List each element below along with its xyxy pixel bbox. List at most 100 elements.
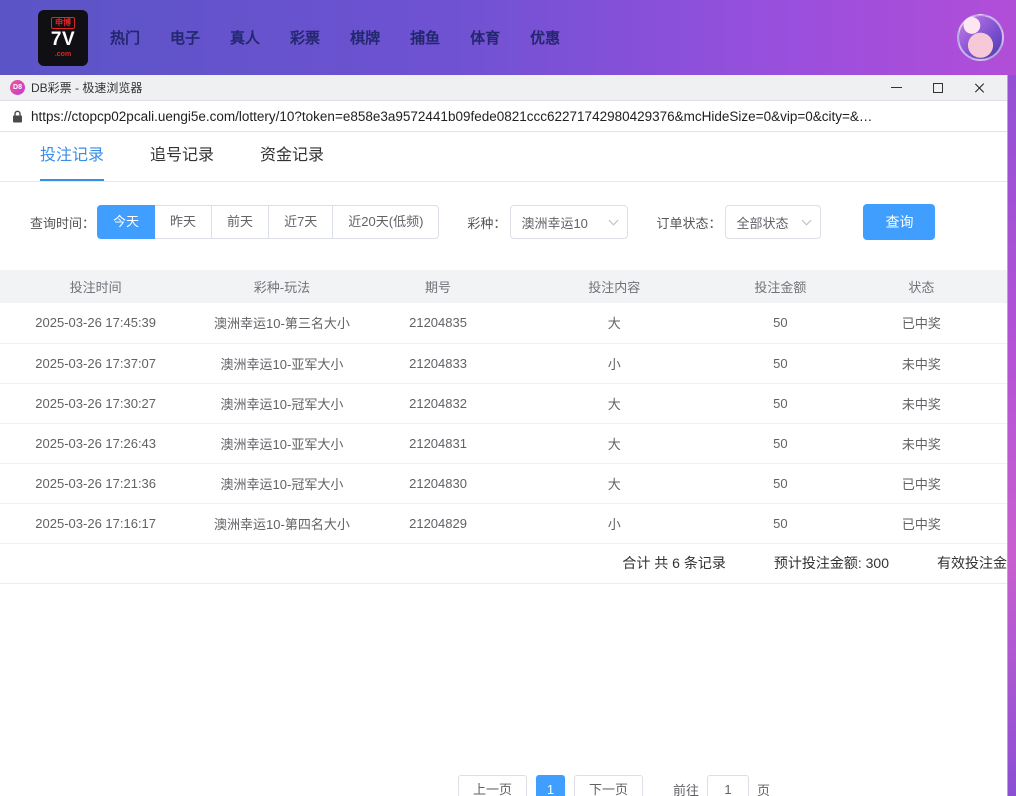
lottery-select[interactable]: 澳洲幸运10: [510, 205, 628, 239]
brand-logo-top: 申博: [51, 17, 75, 29]
search-button[interactable]: 查询: [863, 204, 935, 240]
minimize-icon: [891, 87, 902, 89]
tab-row: 投注记录 追号记录 资金记录: [0, 132, 1007, 182]
main-nav: 热门 电子 真人 彩票 棋牌 捕鱼 体育 优惠: [110, 27, 560, 48]
table-row: 2025-03-26 17:16:17澳洲幸运10-第四名大小21204829小…: [0, 503, 1007, 543]
table-row: 2025-03-26 17:30:27澳洲幸运10-冠军大小21204832大5…: [0, 383, 1007, 423]
close-button[interactable]: [973, 81, 987, 95]
tab-bet-records[interactable]: 投注记录: [40, 132, 104, 181]
cell-game-play: 澳洲幸运10-冠军大小: [191, 463, 372, 503]
cell-issue: 21204831: [373, 423, 504, 463]
cell-game-play: 澳洲幸运10-亚军大小: [191, 343, 372, 383]
cell-bet-time: 2025-03-26 17:21:36: [0, 463, 191, 503]
nav-item-hot[interactable]: 热门: [110, 27, 140, 48]
summary-row: 合计 共 6 条记录 预计投注金额: 300 有效投注金额: [0, 544, 1007, 584]
nav-item-boardgames[interactable]: 棋牌: [350, 27, 380, 48]
lottery-records-page: 投注记录 追号记录 资金记录 查询时间： 今天 昨天 前天 近7天 近20天(低…: [0, 132, 1007, 796]
time-filter-today[interactable]: 今天: [97, 205, 155, 239]
cell-game-play: 澳洲幸运10-第三名大小: [191, 303, 372, 343]
nav-item-electronic[interactable]: 电子: [170, 27, 200, 48]
cell-bet-content: 大: [503, 303, 725, 343]
close-icon: [974, 82, 986, 94]
cell-issue: 21204835: [373, 303, 504, 343]
table-header-row: 投注时间 彩种-玩法 期号 投注内容 投注金额 状态: [0, 270, 1007, 303]
user-avatar[interactable]: [957, 14, 1004, 61]
cell-bet-amount: 50: [725, 503, 836, 543]
cell-status: 未中奖: [836, 383, 1007, 423]
tab-fund-records[interactable]: 资金记录: [260, 132, 324, 181]
cell-status: 已中奖: [836, 463, 1007, 503]
time-filter-day-before[interactable]: 前天: [211, 205, 269, 239]
cell-bet-content: 大: [503, 463, 725, 503]
url-text[interactable]: https://ctopcp02pcali.uengi5e.com/lotter…: [31, 109, 872, 124]
cell-status: 未中奖: [836, 423, 1007, 463]
col-header-game-play: 彩种-玩法: [191, 270, 372, 303]
page-unit-label: 页: [757, 780, 770, 796]
chevron-down-icon: [802, 215, 812, 225]
window-title: DB彩票 - 极速浏览器: [31, 79, 142, 96]
nav-item-promotions[interactable]: 优惠: [530, 27, 560, 48]
cell-bet-content: 小: [503, 343, 725, 383]
cell-bet-time: 2025-03-26 17:45:39: [0, 303, 191, 343]
summary-expected-amount: 预计投注金额: 300: [774, 553, 889, 573]
app-icon: D8: [10, 80, 25, 95]
cell-status: 已中奖: [836, 503, 1007, 543]
cell-bet-time: 2025-03-26 17:30:27: [0, 383, 191, 423]
lock-icon: [12, 110, 23, 123]
cell-bet-time: 2025-03-26 17:37:07: [0, 343, 191, 383]
brand-logo[interactable]: 申博 7V .com: [38, 10, 88, 66]
time-filter-20days[interactable]: 近20天(低频): [332, 205, 439, 239]
brand-logo-suffix: .com: [55, 51, 71, 58]
cell-issue: 21204833: [373, 343, 504, 383]
pagination: 上一页 1 下一页 前往 页: [458, 775, 770, 796]
cell-issue: 21204829: [373, 503, 504, 543]
time-filter-7days[interactable]: 近7天: [268, 205, 333, 239]
next-page-button[interactable]: 下一页: [574, 775, 643, 796]
cell-bet-amount: 50: [725, 423, 836, 463]
nav-item-live[interactable]: 真人: [230, 27, 260, 48]
table-body: 2025-03-26 17:45:39澳洲幸运10-第三名大小21204835大…: [0, 303, 1007, 543]
window-title-bar: D8 DB彩票 - 极速浏览器: [0, 75, 1007, 101]
top-nav-bar: 申博 7V .com 热门 电子 真人 彩票 棋牌 捕鱼 体育 优惠: [0, 0, 1016, 75]
time-filter-yesterday[interactable]: 昨天: [154, 205, 212, 239]
cell-bet-content: 大: [503, 383, 725, 423]
cell-game-play: 澳洲幸运10-亚军大小: [191, 423, 372, 463]
table-row: 2025-03-26 17:21:36澳洲幸运10-冠军大小21204830大5…: [0, 463, 1007, 503]
window-controls: [889, 81, 997, 95]
page-number-1[interactable]: 1: [536, 775, 565, 796]
lottery-filter-label: 彩种：: [467, 213, 506, 232]
order-status-value: 全部状态: [736, 213, 788, 232]
status-filter-label: 订单状态：: [656, 213, 721, 232]
lottery-select-value: 澳洲幸运10: [521, 213, 587, 232]
prev-page-button[interactable]: 上一页: [458, 775, 527, 796]
table-row: 2025-03-26 17:45:39澳洲幸运10-第三名大小21204835大…: [0, 303, 1007, 343]
summary-total: 合计 共 6 条记录: [622, 553, 725, 573]
col-header-issue: 期号: [373, 270, 504, 303]
nav-item-lottery[interactable]: 彩票: [290, 27, 320, 48]
nav-item-fishing[interactable]: 捕鱼: [410, 27, 440, 48]
bet-records-table: 投注时间 彩种-玩法 期号 投注内容 投注金额 状态 2025-03-26 17…: [0, 270, 1007, 544]
nav-item-sports[interactable]: 体育: [470, 27, 500, 48]
cell-bet-content: 小: [503, 503, 725, 543]
cell-issue: 21204830: [373, 463, 504, 503]
cell-bet-amount: 50: [725, 463, 836, 503]
col-header-bet-content: 投注内容: [503, 270, 725, 303]
maximize-button[interactable]: [931, 81, 945, 95]
cell-status: 已中奖: [836, 303, 1007, 343]
goto-page-input[interactable]: [707, 775, 749, 796]
minimize-button[interactable]: [889, 81, 903, 95]
col-header-bet-time: 投注时间: [0, 270, 191, 303]
col-header-bet-amount: 投注金额: [725, 270, 836, 303]
maximize-icon: [933, 83, 943, 93]
cell-bet-amount: 50: [725, 383, 836, 423]
time-filter-group: 今天 昨天 前天 近7天 近20天(低频): [97, 205, 439, 239]
goto-label: 前往: [673, 780, 699, 796]
tab-chase-records[interactable]: 追号记录: [150, 132, 214, 181]
address-bar[interactable]: https://ctopcp02pcali.uengi5e.com/lotter…: [0, 101, 1007, 132]
cell-game-play: 澳洲幸运10-冠军大小: [191, 383, 372, 423]
browser-window: D8 DB彩票 - 极速浏览器 https://ctopcp02pcali.ue…: [0, 75, 1008, 796]
summary-valid-amount: 有效投注金额: [937, 553, 1007, 573]
table-row: 2025-03-26 17:26:43澳洲幸运10-亚军大小21204831大5…: [0, 423, 1007, 463]
cell-issue: 21204832: [373, 383, 504, 423]
order-status-select[interactable]: 全部状态: [725, 205, 821, 239]
